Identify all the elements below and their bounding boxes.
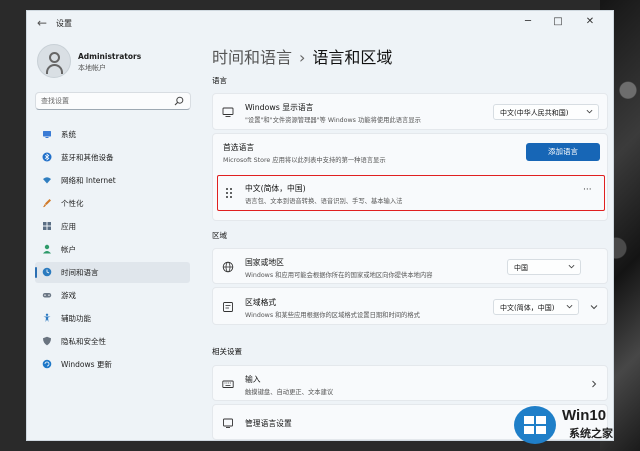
admin-language-title: 管理语言设置 [245, 419, 292, 428]
chevron-down-icon [566, 304, 573, 309]
sidebar-item[interactable]: Windows 更新 [35, 354, 190, 375]
search-input[interactable] [41, 95, 161, 107]
display-language-value: 中文(中华人民共和国) [500, 109, 569, 117]
watermark-title: Win10 [562, 407, 607, 424]
sidebar-item[interactable]: 应用 [35, 216, 190, 237]
input-settings-title: 输入 [245, 375, 261, 384]
sidebar-item[interactable]: 游戏 [35, 285, 190, 306]
accessibility-icon [43, 313, 51, 322]
shield-icon [43, 336, 51, 346]
section-label-language: 语言 [212, 76, 227, 85]
sidebar-item-label: 隐私和安全性 [61, 337, 106, 346]
sidebar-item-label: 游戏 [61, 291, 76, 300]
sidebar-item[interactable]: 系统 [35, 124, 190, 145]
display-language-subtitle: "设置"和"文件资源管理器"等 Windows 功能将使用此语言显示 [245, 117, 421, 124]
watermark: Win10 系统之家 [514, 396, 640, 448]
search-icon[interactable] [174, 96, 184, 106]
wifi-icon [43, 177, 51, 184]
maximize-button[interactable]: □ [543, 13, 573, 31]
preferred-language-title: 首选语言 [223, 143, 255, 152]
monitor-icon [222, 107, 234, 117]
section-label-region: 区域 [212, 231, 227, 240]
regional-format-subtitle: Windows 和某些应用根据你的区域格式设置日期和时间的格式 [245, 312, 420, 319]
chevron-down-icon [568, 264, 575, 269]
highlight-box [217, 175, 605, 211]
display-language-dropdown[interactable]: 中文(中华人民共和国) [493, 104, 599, 120]
user-name: Administrators [78, 52, 142, 61]
minimize-button[interactable]: ─ [513, 13, 543, 31]
search-box[interactable] [35, 92, 191, 110]
app-title: 设置 [56, 19, 72, 28]
brush-icon [43, 199, 51, 208]
sidebar-item[interactable]: 隐私和安全性 [35, 331, 190, 352]
avatar [37, 44, 71, 78]
display-language-title: Windows 显示语言 [245, 103, 314, 112]
regional-format-title: 区域格式 [245, 298, 277, 307]
sidebar-item[interactable]: 帐户 [35, 239, 190, 260]
apps-icon [43, 222, 51, 230]
admin-shield-icon [223, 418, 233, 428]
page-title: 语言和区域 [312, 48, 393, 67]
sidebar-item[interactable]: 网络和 Internet [35, 170, 190, 191]
title-bar: ← 设置 ─ □ ✕ [27, 11, 613, 37]
back-button[interactable]: ← [34, 15, 50, 31]
bluetooth-icon [42, 152, 52, 162]
breadcrumb-separator: › [299, 48, 306, 67]
add-language-button[interactable]: 添加语言 [526, 143, 600, 161]
gamepad-icon [42, 293, 52, 298]
country-region-value: 中国 [514, 264, 528, 272]
sidebar-item-label: 个性化 [61, 199, 84, 208]
globe-clock-icon [42, 267, 52, 277]
region-format-icon [223, 302, 233, 312]
expand-chevron-icon[interactable] [590, 303, 598, 311]
country-region-subtitle: Windows 和应用可能会根据你所在的国家或地区向你提供本地内容 [245, 272, 433, 279]
globe-icon [222, 261, 234, 273]
country-region-dropdown[interactable]: 中国 [507, 259, 581, 275]
sidebar-item-label: 辅助功能 [61, 314, 91, 323]
preferred-language-subtitle: Microsoft Store 应用将以此列表中支持的第一种语言显示 [223, 157, 386, 164]
keyboard-icon [222, 380, 234, 388]
update-icon [42, 359, 52, 369]
country-region-title: 国家或地区 [245, 258, 284, 267]
user-profile[interactable]: Administrators 本地帐户 [37, 44, 207, 80]
sidebar-item-label: 帐户 [61, 245, 76, 254]
sidebar-item-label: 网络和 Internet [61, 176, 116, 185]
chevron-down-icon [586, 109, 593, 114]
person-icon [43, 244, 51, 254]
regional-format-card: 区域格式 Windows 和某些应用根据你的区域格式设置日期和时间的格式 中文(… [212, 287, 608, 325]
monitor-icon [43, 131, 51, 138]
sidebar-item-label: Windows 更新 [61, 360, 112, 369]
chevron-right-icon [592, 380, 597, 388]
regional-format-dropdown[interactable]: 中文(简体，中国) [493, 299, 579, 315]
close-button[interactable]: ✕ [575, 13, 605, 31]
settings-window: ← 设置 ─ □ ✕ Administrators 本地帐户 系统蓝牙和其他设备… [26, 10, 614, 441]
section-label-related: 相关设置 [212, 347, 242, 356]
sidebar-nav: 系统蓝牙和其他设备 网络和 Internet 个性化应用帐户时间和语言游戏辅助功能隐… [35, 124, 190, 377]
sidebar-item-label: 蓝牙和其他设备 [61, 153, 114, 162]
sidebar-item[interactable]: 时间和语言 [35, 262, 190, 283]
input-settings-subtitle: 触摸键盘、自动更正、文本建议 [245, 389, 334, 396]
sidebar-item-label: 系统 [61, 130, 76, 139]
sidebar-item[interactable]: 个性化 [35, 193, 190, 214]
sidebar-item-label: 时间和语言 [61, 268, 99, 277]
account-type: 本地帐户 [78, 64, 106, 72]
country-region-card: 国家或地区 Windows 和应用可能会根据你所在的国家或地区向你提供本地内容 … [212, 248, 608, 284]
sidebar-item[interactable]: 蓝牙和其他设备 [35, 147, 190, 168]
breadcrumb: 时间和语言 › 语言和区域 [212, 44, 392, 68]
sidebar-item[interactable]: 辅助功能 [35, 308, 190, 329]
breadcrumb-parent[interactable]: 时间和语言 [212, 48, 292, 67]
display-language-card: Windows 显示语言 "设置"和"文件资源管理器"等 Windows 功能将… [212, 93, 608, 130]
win10-logo-icon [514, 406, 556, 444]
watermark-subtitle: 系统之家 [569, 427, 613, 440]
sidebar-item-label: 应用 [61, 222, 76, 231]
regional-format-value: 中文(简体，中国) [500, 304, 555, 312]
